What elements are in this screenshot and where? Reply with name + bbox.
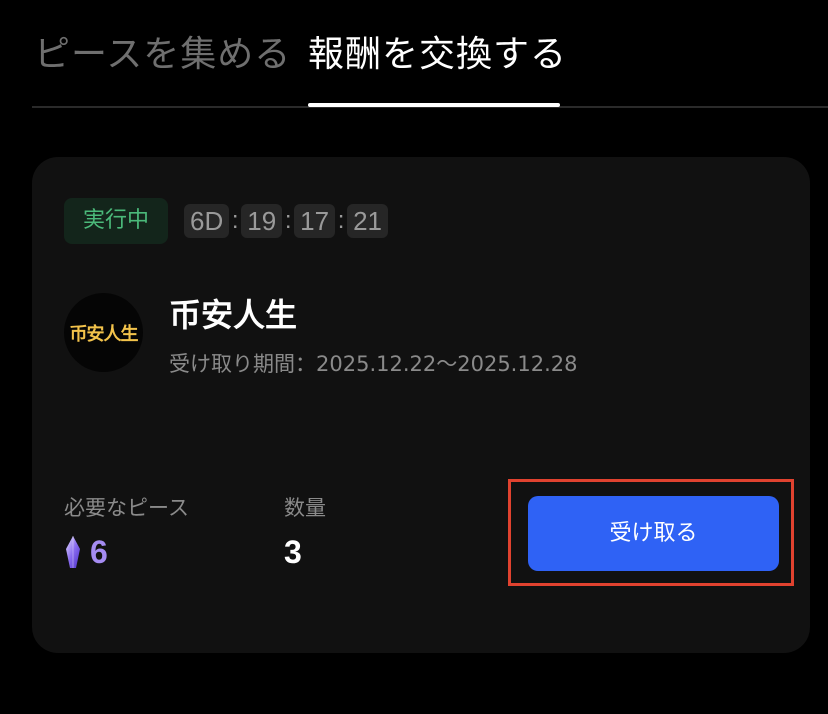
timer-seconds: 21 xyxy=(347,204,389,238)
timer-days: 6D xyxy=(184,204,230,238)
reward-card: 実行中 6D : 19 : 17 : 21 币安人生 币安人生 受け取り期間：2… xyxy=(32,157,810,653)
claim-button[interactable]: 受け取る xyxy=(528,496,779,571)
timer-hours: 19 xyxy=(241,204,283,238)
required-pieces-count: 6 xyxy=(90,534,108,570)
quantity-label: 数量 xyxy=(284,496,326,520)
tab-collect-pieces[interactable]: ピースを集める xyxy=(34,32,291,78)
tab-exchange-rewards[interactable]: 報酬を交換する xyxy=(308,32,567,78)
avatar-logo-text: 币安人生 xyxy=(69,323,139,345)
required-pieces-label: 必要なピース xyxy=(64,496,189,520)
timer-separator: : xyxy=(284,207,292,234)
timer-separator: : xyxy=(337,207,345,234)
active-tab-indicator xyxy=(308,103,560,107)
countdown-timer: 6D : 19 : 17 : 21 xyxy=(184,204,389,238)
required-pieces-value: 6 xyxy=(64,532,108,572)
crystal-icon xyxy=(66,536,80,568)
reward-title: 币安人生 xyxy=(169,296,298,334)
timer-minutes: 17 xyxy=(294,204,336,238)
claim-period: 受け取り期間：2025.12.22〜2025.12.28 xyxy=(169,352,578,376)
status-badge: 実行中 xyxy=(64,198,168,244)
tab-bar: ピースを集める 報酬を交換する xyxy=(0,0,828,108)
timer-separator: : xyxy=(231,207,239,234)
reward-avatar: 币安人生 xyxy=(64,293,143,372)
quantity-value: 3 xyxy=(284,534,302,570)
